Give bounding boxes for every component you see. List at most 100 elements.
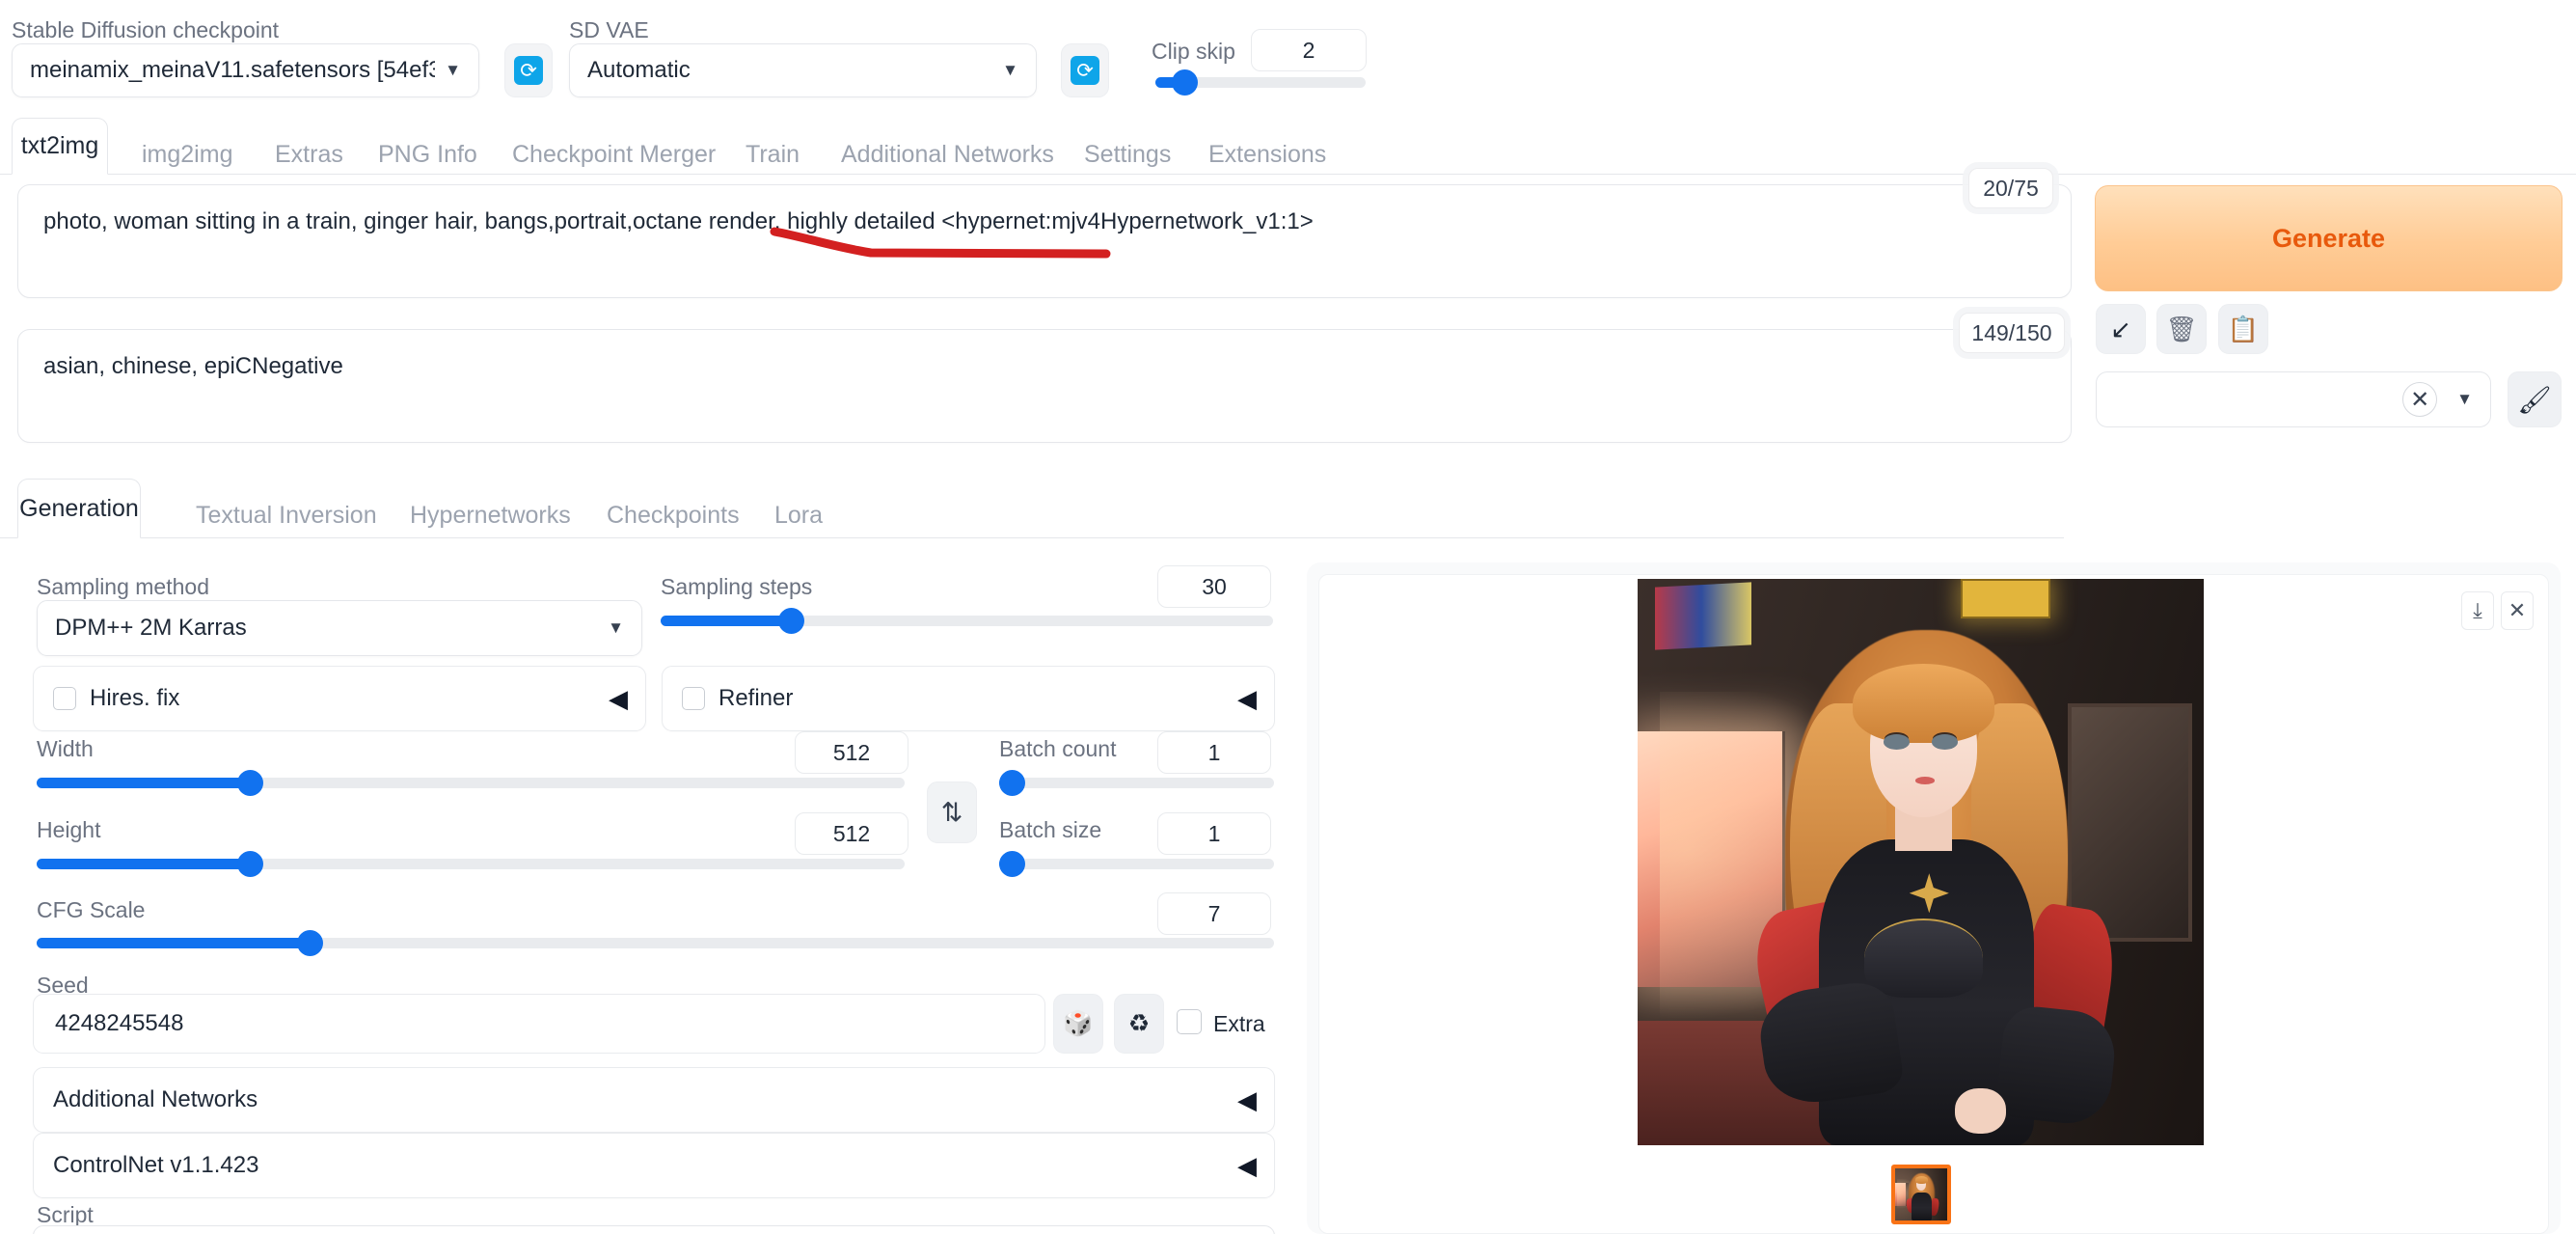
reuse-seed-button[interactable]: ♻ [1114,994,1164,1054]
extra-seed-checkbox[interactable] [1177,1009,1202,1034]
refresh-icon: ⟳ [1071,56,1099,85]
cfg-scale-value[interactable]: 7 [1157,892,1271,935]
positive-prompt-input[interactable]: photo, woman sitting in a train, ginger … [17,184,2072,298]
width-slider[interactable] [37,770,905,796]
sampling-steps-slider[interactable] [661,608,1273,634]
refresh-checkpoint-button[interactable]: ⟳ [504,43,553,97]
checkpoint-select[interactable]: meinamix_meinaV11.safetensors [54ef3e361… [12,43,479,97]
batch-count-value[interactable]: 1 [1157,731,1271,774]
tab-checkpoints[interactable]: Checkpoints [607,502,740,530]
batch-count-slider[interactable] [999,770,1274,796]
refiner-checkbox[interactable] [682,687,705,710]
tab-hypernetworks[interactable]: Hypernetworks [410,502,571,530]
swap-dimensions-button[interactable]: ⇅ [927,782,977,843]
tab-textual-inversion[interactable]: Textual Inversion [196,502,377,530]
refiner-label: Refiner [719,685,794,711]
sampling-method-label: Sampling method [37,574,209,599]
width-label: Width [37,736,94,761]
positive-token-counter: 20/75 [1968,168,2053,208]
arrow-down-left-icon: ↙ [2110,314,2131,343]
sampling-steps-value[interactable]: 30 [1157,565,1271,608]
batch-size-label: Batch size [999,817,1102,842]
tab-txt2img[interactable]: txt2img [12,118,108,175]
gallery-thumbnail[interactable] [1891,1165,1951,1224]
vae-label: SD VAE [569,17,649,42]
clear-prompt-button[interactable]: 🗑 [2156,304,2207,354]
hires-fix-accordion[interactable]: Hires. fix ◀ [33,666,646,731]
chevron-left-icon[interactable]: ◀ [1237,1085,1257,1115]
width-value[interactable]: 512 [795,731,908,774]
tab-settings[interactable]: Settings [1084,141,1171,169]
sampling-steps-label: Sampling steps [661,574,813,599]
clear-x-icon[interactable]: ✕ [2402,382,2438,417]
batch-size-value[interactable]: 1 [1157,812,1271,855]
chevron-left-icon[interactable]: ◀ [609,684,628,714]
paintbrush-icon: 🖌 [2517,384,2552,415]
styles-select[interactable]: ✕ ▼ [2096,371,2491,427]
hires-fix-checkbox[interactable] [53,687,76,710]
checkpoint-value: meinamix_meinaV11.safetensors [54ef3e361… [30,57,436,83]
controlnet-accordion[interactable]: ControlNet v1.1.423 ◀ [33,1133,1275,1198]
vae-select[interactable]: Automatic ▼ [569,43,1037,97]
slider-knob[interactable] [237,770,263,796]
negative-prompt-input[interactable]: asian, chinese, epiCNegative [17,329,2072,443]
save-image-button[interactable]: ⤓ [2461,591,2494,630]
chevron-left-icon[interactable]: ◀ [1237,684,1257,714]
tab-checkpoint-merger[interactable]: Checkpoint Merger [512,141,716,169]
checkpoint-label: Stable Diffusion checkpoint [12,17,280,42]
apply-style-button[interactable]: 📋 [2218,304,2268,354]
trash-icon: 🗑 [2165,314,2198,343]
tab-generation[interactable]: Generation [17,479,141,538]
vae-value: Automatic [587,57,691,83]
clip-skip-label: Clip skip [1152,39,1235,64]
generate-button[interactable]: Generate [2095,185,2562,291]
batch-count-label: Batch count [999,736,1117,761]
edit-styles-button[interactable]: 🖌 [2508,371,2562,427]
tab-png-info[interactable]: PNG Info [378,141,477,169]
tab-additional-networks[interactable]: Additional Networks [841,141,1054,169]
additional-networks-label: Additional Networks [53,1086,258,1112]
slider-fill [661,616,791,626]
chevron-down-icon: ▼ [608,618,624,637]
chevron-down-icon: ▼ [445,61,461,79]
sub-tab-bar: Generation Textual Inversion Hypernetwor… [0,479,2064,538]
slider-fill [37,938,310,948]
script-select[interactable] [33,1225,1275,1234]
cfg-scale-slider[interactable] [37,930,1274,956]
download-icon: ⤓ [2473,598,2482,622]
refiner-accordion[interactable]: Refiner ◀ [662,666,1275,731]
stable-diffusion-webui: Stable Diffusion checkpoint meinamix_mei… [0,0,2576,1234]
seed-input[interactable]: 4248245548 [33,994,1045,1054]
sampling-method-select[interactable]: DPM++ 2M Karras ▼ [37,600,642,656]
tab-lora[interactable]: Lora [774,502,823,530]
close-icon: ✕ [2508,598,2527,622]
refresh-vae-button[interactable]: ⟳ [1061,43,1109,97]
slider-knob[interactable] [999,851,1025,877]
slider-knob[interactable] [999,770,1025,796]
slider-knob[interactable] [297,930,323,956]
slider-knob[interactable] [1172,69,1198,96]
random-seed-button[interactable]: 🎲 [1053,994,1103,1054]
chevron-down-icon[interactable]: ▼ [2456,390,2473,409]
slider-knob[interactable] [237,851,263,877]
script-label: Script [37,1202,94,1227]
close-image-button[interactable]: ✕ [2501,591,2534,630]
additional-networks-accordion[interactable]: Additional Networks ◀ [33,1067,1275,1133]
batch-size-slider[interactable] [999,851,1274,877]
recycle-icon: ♻ [1127,1010,1151,1037]
tab-extras[interactable]: Extras [275,141,343,169]
top-bar: Stable Diffusion checkpoint meinamix_mei… [0,0,2576,119]
slider-knob[interactable] [778,608,804,634]
generated-image[interactable] [1638,579,2204,1145]
tab-train[interactable]: Train [746,141,800,169]
sampling-method-value: DPM++ 2M Karras [55,615,247,641]
refresh-icon: ⟳ [514,56,543,85]
height-value[interactable]: 512 [795,812,908,855]
tab-img2img[interactable]: img2img [142,141,232,169]
restore-progress-button[interactable]: ↙ [2096,304,2146,354]
tab-extensions[interactable]: Extensions [1208,141,1326,169]
chevron-left-icon[interactable]: ◀ [1237,1151,1257,1181]
clip-skip-value[interactable]: 2 [1251,29,1367,71]
clip-skip-slider[interactable] [1155,69,1366,96]
height-slider[interactable] [37,851,905,877]
